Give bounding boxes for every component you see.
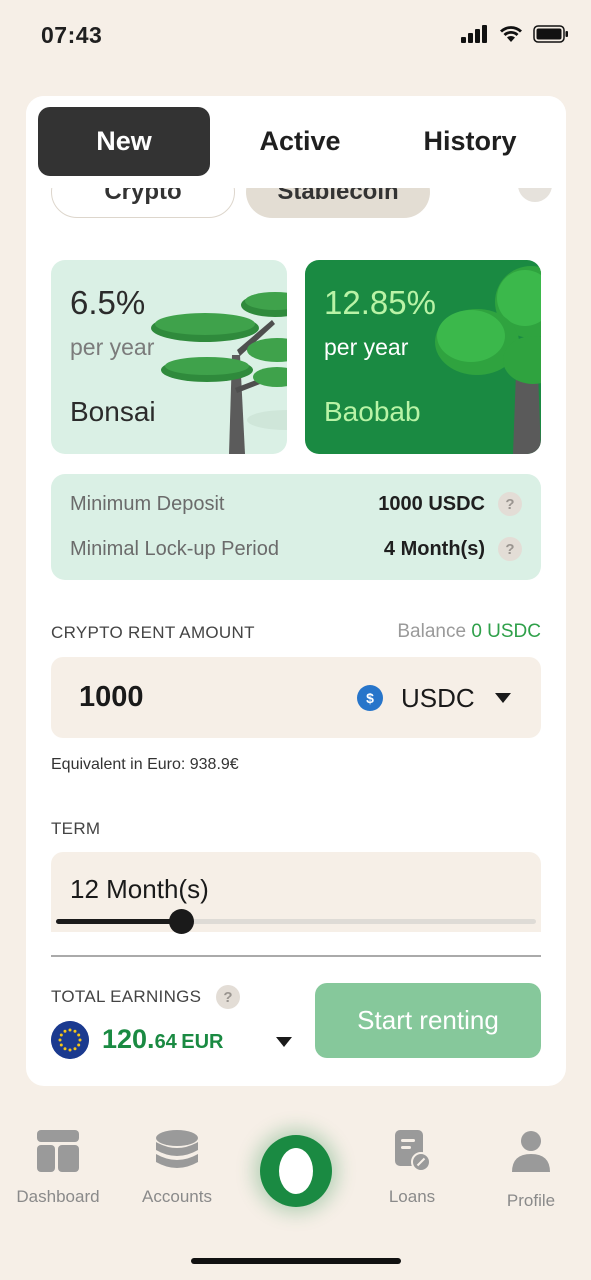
plan-rate: 6.5% <box>70 284 146 321</box>
nav-dashboard[interactable]: Dashboard <box>3 1130 113 1207</box>
user-icon <box>512 1131 550 1172</box>
plan-card-baobab[interactable]: 12.85% per year Baobab <box>305 260 541 454</box>
document-percent-icon <box>395 1130 431 1172</box>
coins-stack-icon <box>156 1130 198 1168</box>
min-deposit-help-icon[interactable]: ? <box>498 492 522 516</box>
balance-value: 0 USDC <box>471 621 541 642</box>
dashboard-icon <box>37 1130 79 1172</box>
bonsai-tree-icon <box>151 292 287 454</box>
earnings-decimal: 64 <box>154 1031 177 1053</box>
baobab-tree-icon <box>435 266 541 454</box>
plan-name: Baobab <box>324 396 421 427</box>
nav-profile[interactable]: Profile <box>476 1130 586 1211</box>
total-earnings-value: 120.64 EUR <box>102 1024 224 1055</box>
euro-equivalent: Equivalent in Euro: 938.9€ <box>51 756 239 773</box>
plan-info-box: Minimum Deposit 1000 USDC ? Minimal Lock… <box>51 474 541 580</box>
nav-loans[interactable]: Loans <box>357 1130 467 1207</box>
home-logo-mark <box>279 1148 313 1194</box>
nav-label: Loans <box>388 1187 436 1206</box>
balance: Balance 0 USDC <box>397 621 541 643</box>
asset-type-filter: Crypto Stablecoin <box>26 180 566 234</box>
term-slider-thumb[interactable] <box>169 909 194 934</box>
signal-icon <box>461 25 487 43</box>
plan-card-bonsai[interactable]: 6.5% per year Bonsai <box>51 260 287 454</box>
amount-input[interactable]: 1000 <box>79 681 144 714</box>
currency-select[interactable]: USDC <box>401 683 475 714</box>
nav-label: Profile <box>506 1191 556 1210</box>
earnings-currency-chevron-icon[interactable] <box>276 1037 292 1047</box>
earnings-section-label: TOTAL EARNINGS <box>51 987 202 1006</box>
earnings-currency: EUR <box>181 1031 224 1053</box>
battery-icon <box>533 25 568 43</box>
tab-history[interactable]: History <box>384 107 556 176</box>
term-value: 12 Month(s) <box>70 874 209 904</box>
balance-label: Balance <box>397 621 467 642</box>
lockup-row: Minimal Lock-up Period 4 Month(s) ? <box>70 534 522 564</box>
amount-input-box[interactable]: 1000 $ USDC <box>51 657 541 738</box>
lockup-label: Minimal Lock-up Period <box>70 537 279 560</box>
wifi-icon <box>500 26 522 42</box>
tab-new[interactable]: New <box>38 107 210 176</box>
status-bar: 07:43 <box>0 0 591 72</box>
earnings-main: 120. <box>102 1024 155 1054</box>
plan-period: per year <box>70 334 155 360</box>
divider <box>51 955 541 957</box>
nav-accounts[interactable]: Accounts <box>122 1130 232 1207</box>
plan-rate: 12.85% <box>324 284 436 321</box>
nav-label: Accounts <box>142 1187 212 1206</box>
lockup-help-icon[interactable]: ? <box>498 537 522 561</box>
plan-period: per year <box>324 334 409 360</box>
status-icons <box>461 25 569 43</box>
usdc-coin-icon: $ <box>357 685 383 711</box>
earnings-help-icon[interactable]: ? <box>216 985 240 1009</box>
plan-name: Bonsai <box>70 396 156 427</box>
tab-active[interactable]: Active <box>214 107 386 176</box>
tab-bar: New Active History <box>26 96 566 188</box>
main-card: New Active History Crypto Stablecoin 6.5… <box>26 96 566 1086</box>
bottom-nav: Dashboard Accounts Loans Profile <box>0 1100 591 1280</box>
eu-flag-icon <box>51 1021 89 1059</box>
amount-section-label: CRYPTO RENT AMOUNT <box>51 623 255 642</box>
status-time: 07:43 <box>41 22 103 48</box>
start-renting-button[interactable]: Start renting <box>315 983 541 1058</box>
home-logo-icon[interactable] <box>260 1135 332 1207</box>
nav-label: Dashboard <box>16 1187 100 1206</box>
term-section-label: TERM <box>51 819 101 838</box>
term-slider[interactable] <box>56 909 536 934</box>
min-deposit-row: Minimum Deposit 1000 USDC ? <box>70 489 522 519</box>
min-deposit-label: Minimum Deposit <box>70 492 225 515</box>
min-deposit-value: 1000 USDC <box>378 492 485 515</box>
home-indicator <box>191 1258 401 1264</box>
lockup-value: 4 Month(s) <box>383 537 485 560</box>
term-slider-fill <box>56 919 181 924</box>
chevron-down-icon[interactable] <box>495 693 511 703</box>
